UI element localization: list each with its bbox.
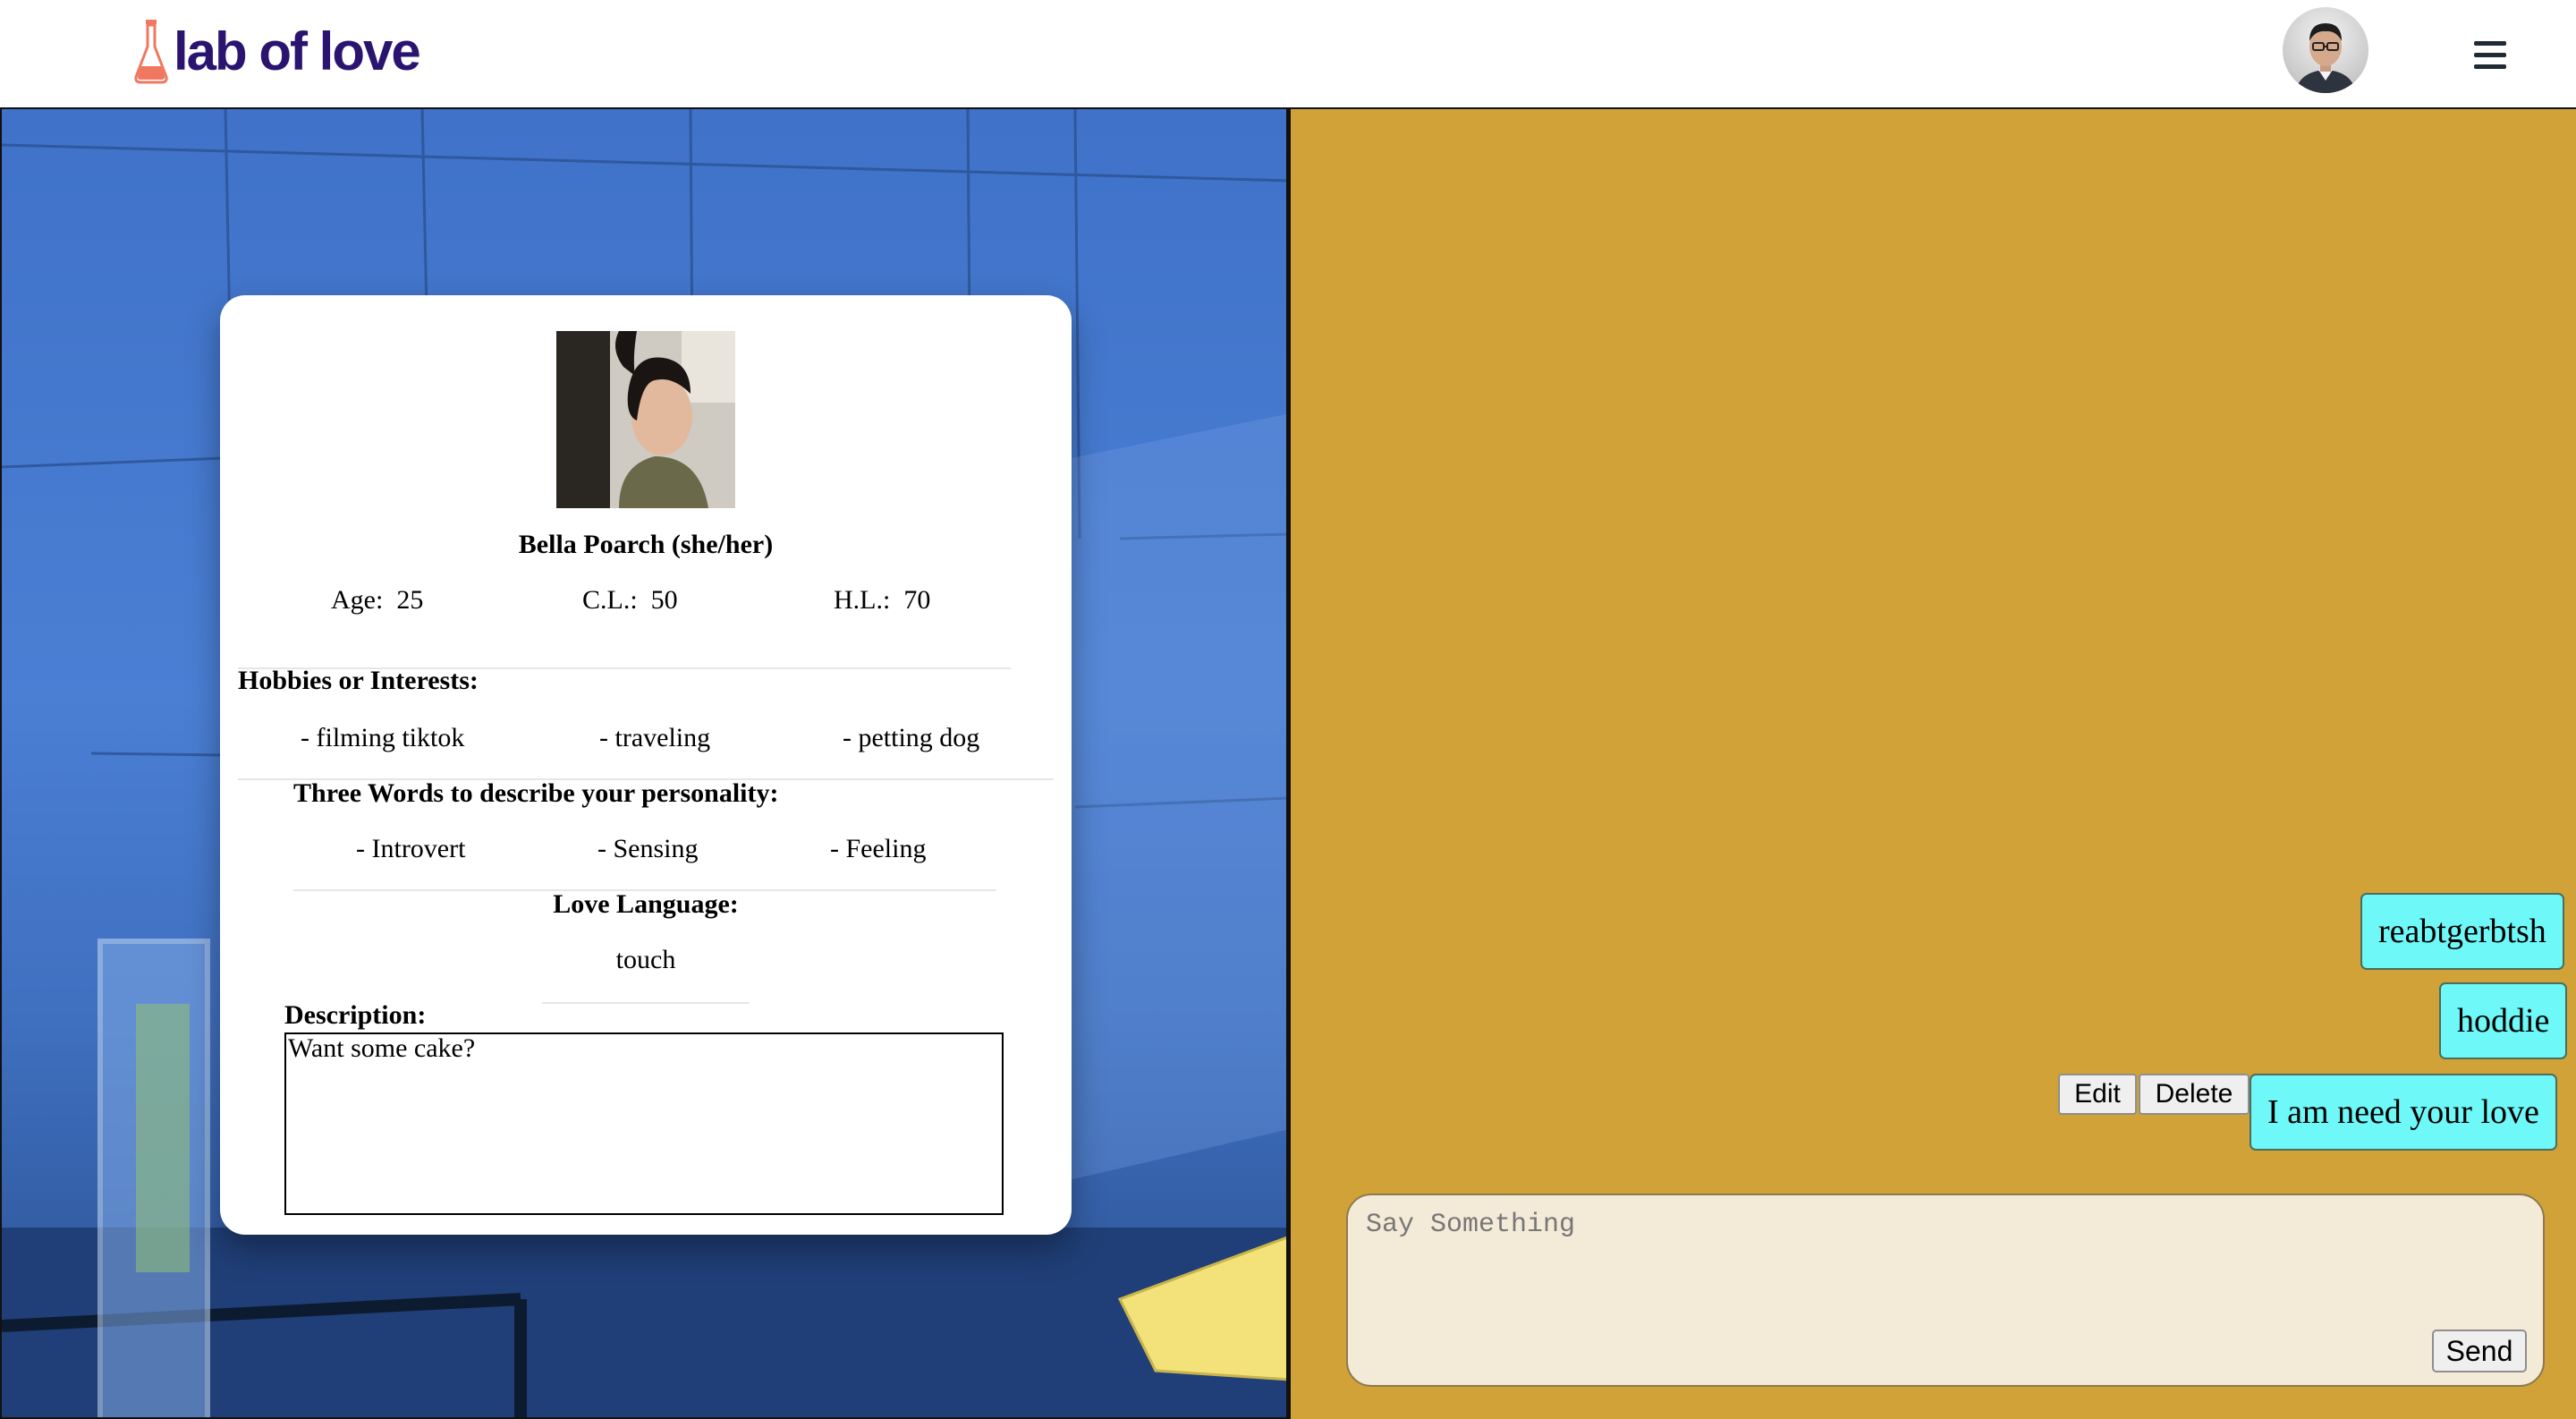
profile-card: Bella Poarch (she/her) Age: 25 C.L.: 50 …: [220, 295, 1072, 1235]
stat-hl: H.L.: 70: [834, 585, 931, 615]
logo-text: lab of love: [174, 21, 421, 81]
hobby-item: - traveling: [599, 723, 711, 752]
description-title: Description:: [284, 1000, 427, 1030]
profile-photo: [556, 331, 735, 508]
hamburger-menu-icon[interactable]: [2474, 41, 2506, 70]
divider: [542, 1002, 750, 1004]
love-language-value: touch: [615, 945, 676, 974]
chat-message[interactable]: I am need your love: [2250, 1074, 2557, 1151]
chat-panel: reabtgerbtsh hoddie Edit Delete I am nee…: [1288, 107, 2576, 1419]
chat-message[interactable]: hoddie: [2439, 982, 2568, 1059]
stat-age: Age: 25: [331, 585, 424, 615]
personality-item: - Introvert: [356, 834, 466, 863]
stat-cl: C.L.: 50: [582, 585, 678, 615]
personality-item: - Sensing: [597, 834, 699, 863]
message-input[interactable]: [1364, 1208, 2512, 1337]
user-avatar[interactable]: [2283, 7, 2368, 93]
hobby-item: - filming tiktok: [301, 723, 465, 752]
hobby-item: - petting dog: [843, 723, 980, 752]
personality-item: - Feeling: [830, 834, 927, 863]
flask-icon: [134, 20, 168, 84]
profile-panel: Bella Poarch (she/her) Age: 25 C.L.: 50 …: [0, 107, 1288, 1419]
love-language-title: Love Language:: [553, 889, 739, 919]
avatar-image: [2295, 23, 2356, 93]
logo[interactable]: lab of love: [132, 16, 421, 88]
chat-message[interactable]: reabtgerbtsh: [2360, 893, 2564, 970]
message-composer: Send: [1346, 1194, 2545, 1387]
delete-button[interactable]: Delete: [2139, 1074, 2250, 1115]
send-button[interactable]: Send: [2432, 1330, 2527, 1372]
profile-name: Bella Poarch (she/her): [518, 530, 774, 559]
personality-title: Three Words to describe your personality…: [293, 778, 779, 808]
top-navbar: lab of love: [0, 0, 2576, 108]
hobbies-title: Hobbies or Interests:: [238, 666, 479, 695]
description-box: Want some cake?: [284, 1032, 1004, 1215]
edit-button[interactable]: Edit: [2058, 1074, 2137, 1115]
